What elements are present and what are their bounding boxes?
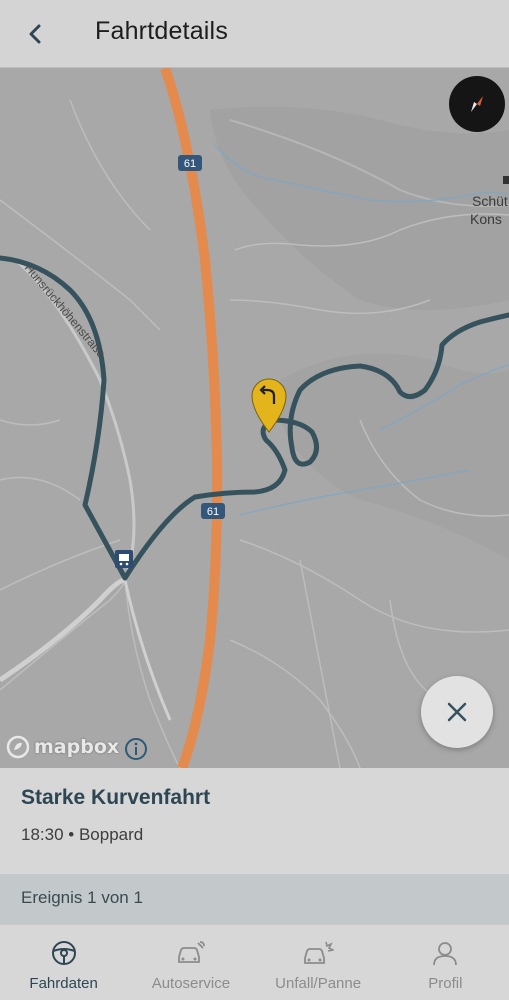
event-marker-icon[interactable] xyxy=(251,378,287,433)
bus-stop-icon xyxy=(115,550,133,568)
bottom-navigation: Fahrdaten Autoservice Unfall/Panne Profi… xyxy=(0,924,509,1000)
close-button[interactable] xyxy=(421,676,493,748)
app-header: Fahrtdetails xyxy=(0,0,509,68)
mapbox-wordmark: mapbox xyxy=(34,736,120,758)
steering-wheel-icon xyxy=(48,937,80,969)
place-label-line2: Kons xyxy=(470,211,502,227)
place-label-line1: Schüt xyxy=(472,193,508,209)
arrow-left-icon xyxy=(29,24,41,44)
info-icon xyxy=(125,738,147,760)
nav-label-fahrdaten: Fahrdaten xyxy=(29,975,98,992)
nav-item-autoservice[interactable]: Autoservice xyxy=(127,925,254,1000)
map-view[interactable]: 61 61 Schüt Kons Hunsrückhöhenstraße xyxy=(0,68,509,768)
svg-text:61: 61 xyxy=(184,158,196,170)
nav-item-fahrdaten[interactable]: Fahrdaten xyxy=(0,925,127,1000)
close-icon xyxy=(447,702,467,722)
nav-label-profil: Profil xyxy=(428,975,463,992)
event-time-location: 18:30 • Boppard xyxy=(21,825,144,844)
nav-item-unfall-panne[interactable]: Unfall/Panne xyxy=(255,925,382,1000)
page-title: Fahrtdetails xyxy=(95,17,229,45)
highway-shield-61-bottom: 61 xyxy=(201,503,225,519)
nav-label-unfall-panne: Unfall/Panne xyxy=(275,975,362,992)
person-icon xyxy=(429,937,461,969)
mapbox-logo[interactable]: mapbox xyxy=(6,735,119,759)
nav-item-profil[interactable]: Profil xyxy=(382,925,509,1000)
event-counter: Ereignis 1 von 1 xyxy=(21,888,143,907)
attribution-info-button[interactable] xyxy=(124,737,148,761)
car-crash-icon xyxy=(302,937,335,969)
back-button[interactable] xyxy=(16,14,56,54)
event-details-panel: Starke Kurvenfahrt 18:30 • Boppard xyxy=(0,768,509,874)
highway-shield-61-top: 61 xyxy=(178,155,202,171)
mapbox-logo-icon xyxy=(6,735,30,759)
compass-button[interactable] xyxy=(449,76,505,132)
car-wrench-icon xyxy=(175,937,207,969)
event-title: Starke Kurvenfahrt xyxy=(21,786,211,809)
event-counter-bar: Ereignis 1 von 1 xyxy=(0,874,509,924)
nav-label-autoservice: Autoservice xyxy=(151,975,231,992)
compass-icon xyxy=(471,96,483,112)
map-canvas: 61 61 Schüt Kons Hunsrückhöhenstraße xyxy=(0,68,509,768)
svg-text:61: 61 xyxy=(207,506,219,518)
street-label: Hunsrückhöhenstraße xyxy=(22,261,109,361)
